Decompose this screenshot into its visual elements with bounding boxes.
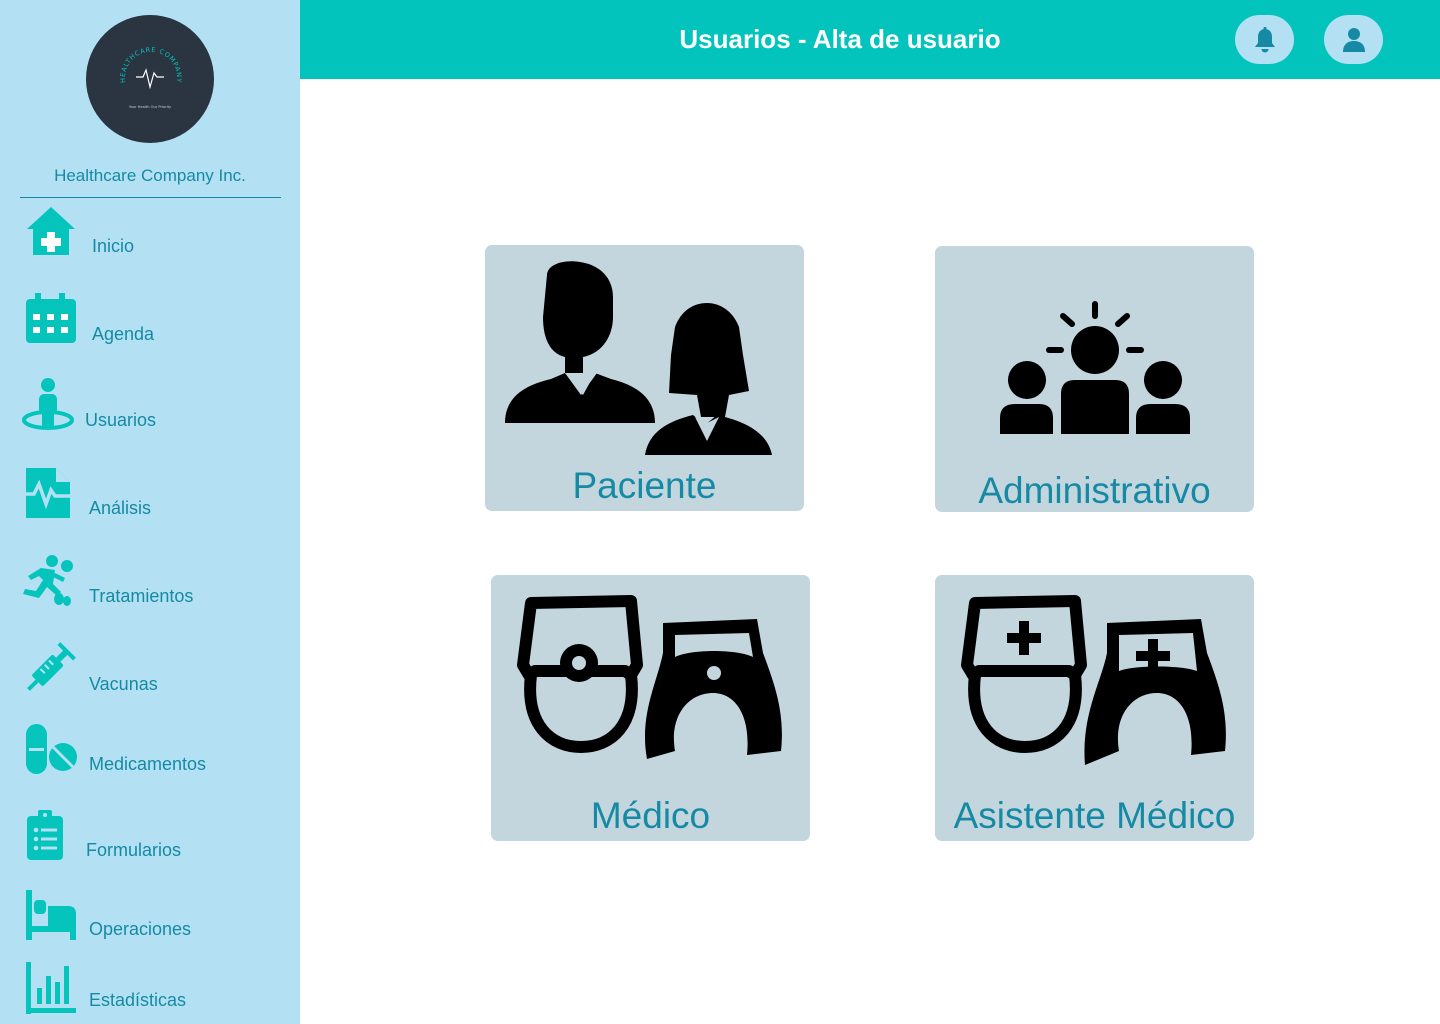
- sidebar-item-tratamientos[interactable]: Tratamientos: [0, 554, 300, 624]
- sidebar-item-agenda[interactable]: Agenda: [0, 293, 300, 363]
- notifications-button[interactable]: [1235, 15, 1294, 64]
- user-location-icon: [22, 378, 76, 432]
- sidebar-item-label: Usuarios: [85, 410, 157, 430]
- hospital-bed-icon: [26, 890, 78, 942]
- sidebar-item-label: Análisis: [89, 498, 152, 518]
- user-type-card-administrativo[interactable]: Administrativo: [935, 246, 1254, 512]
- sidebar-item-label: Operaciones: [89, 919, 192, 939]
- bell-icon: [1255, 27, 1275, 53]
- sidebar-item-analisis[interactable]: Análisis: [0, 466, 300, 536]
- svg-text:Your Health Our Priority: Your Health Our Priority: [129, 105, 172, 109]
- sidebar-item-label: Formularios: [86, 840, 182, 860]
- sidebar-item-usuarios[interactable]: Usuarios: [0, 378, 300, 448]
- user-type-label: Paciente: [572, 465, 717, 506]
- pills-icon: [26, 724, 78, 776]
- syringe-icon: [22, 642, 76, 696]
- company-logo: HEALTHCARE COMPANY Your Health Our Prior…: [86, 15, 214, 143]
- sidebar: HEALTHCARE COMPANY Your Health Our Prior…: [0, 0, 300, 1024]
- profile-button[interactable]: [1324, 15, 1383, 64]
- sidebar-item-label: Inicio: [92, 236, 135, 256]
- user-type-label: Asistente Médico: [953, 795, 1236, 836]
- company-name: Healthcare Company Inc.: [54, 166, 246, 185]
- sidebar-item-label: Tratamientos: [89, 586, 194, 606]
- sidebar-item-inicio[interactable]: Inicio: [0, 205, 300, 275]
- top-header: Usuarios - Alta de usuario: [300, 0, 1440, 79]
- sidebar-item-label: Medicamentos: [89, 754, 207, 774]
- sidebar-item-estadisticas[interactable]: Estadísticas: [0, 962, 300, 1024]
- sidebar-item-label: Vacunas: [89, 674, 158, 694]
- bar-chart-icon: [26, 962, 78, 1014]
- running-person-icon: [19, 554, 75, 608]
- user-type-label: Administrativo: [978, 470, 1211, 511]
- sidebar-divider: [20, 197, 281, 198]
- sidebar-item-label: Agenda: [92, 324, 155, 344]
- sidebar-item-operaciones[interactable]: Operaciones: [0, 890, 300, 960]
- user-type-label: Médico: [590, 795, 711, 836]
- svg-text:HEALTHCARE COMPANY: HEALTHCARE COMPANY: [119, 46, 183, 84]
- user-type-card-paciente[interactable]: Paciente: [485, 245, 804, 511]
- sidebar-item-label: Estadísticas: [89, 990, 187, 1010]
- clipboard-list-icon: [26, 810, 66, 862]
- user-icon: [1343, 28, 1365, 52]
- sidebar-item-formularios[interactable]: Formularios: [0, 810, 300, 880]
- calendar-icon: [25, 293, 77, 345]
- user-type-card-asistente-medico[interactable]: Asistente Médico: [935, 575, 1254, 841]
- medical-file-icon: [20, 466, 72, 520]
- sidebar-item-vacunas[interactable]: Vacunas: [0, 642, 300, 712]
- sidebar-item-medicamentos[interactable]: Medicamentos: [0, 724, 300, 794]
- page-title: Usuarios - Alta de usuario: [679, 24, 1001, 54]
- user-type-card-medico[interactable]: Médico: [491, 575, 810, 841]
- home-medical-icon: [25, 205, 77, 257]
